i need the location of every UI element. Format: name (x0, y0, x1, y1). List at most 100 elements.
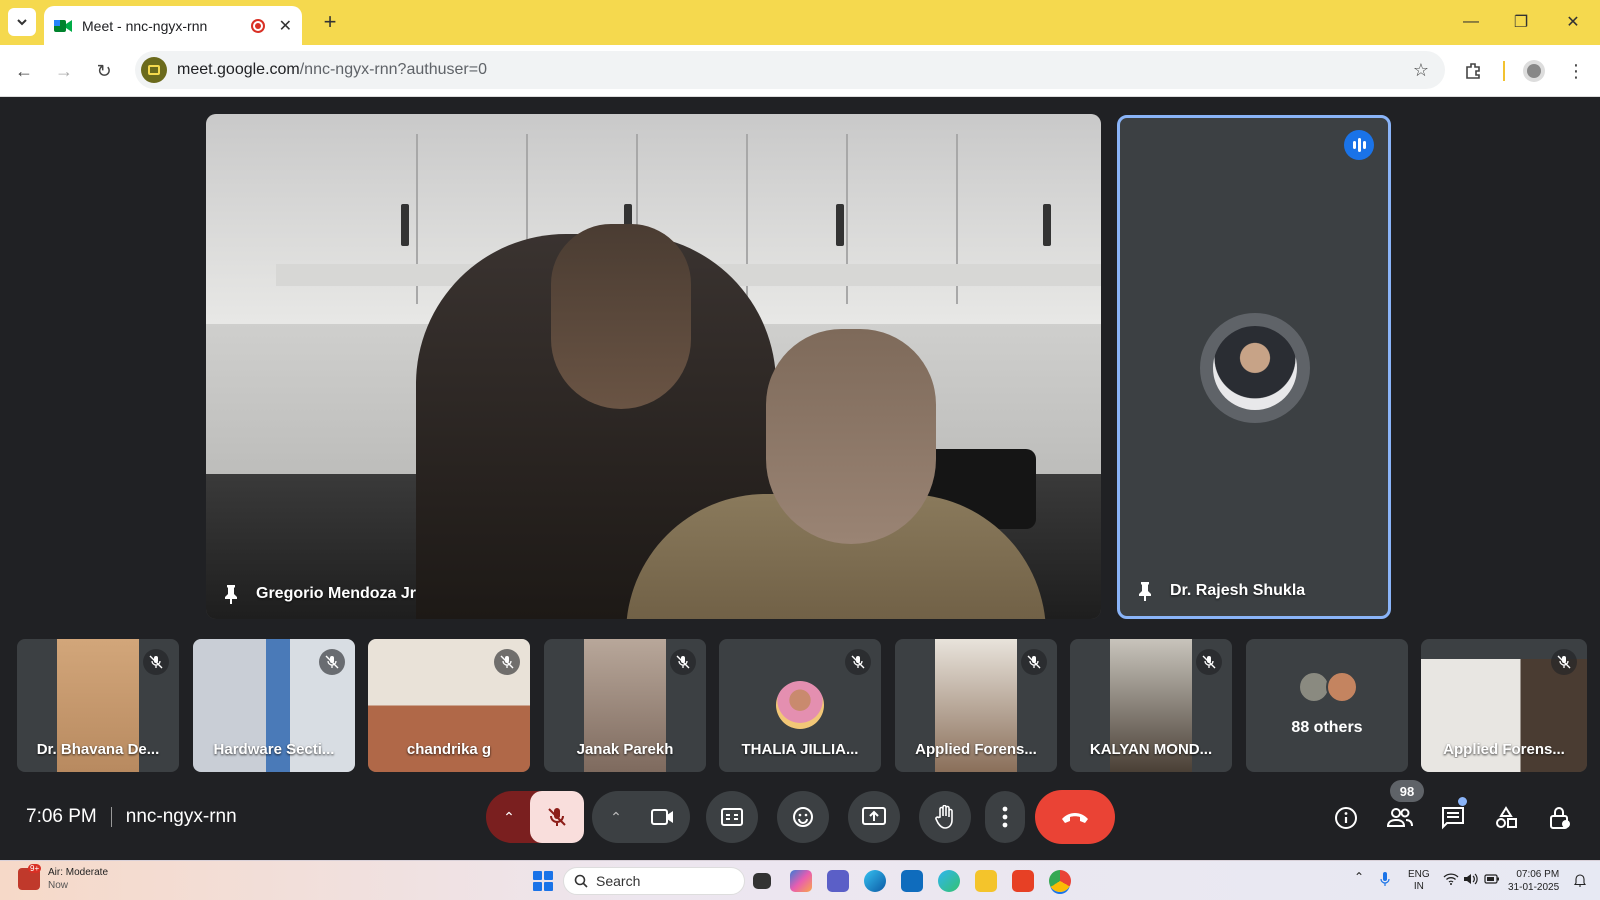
meeting-code: nnc-ngyx-rnn (125, 806, 237, 827)
activities-button[interactable] (1486, 798, 1526, 838)
meeting-details-button[interactable] (1326, 798, 1366, 838)
pin-icon[interactable] (1134, 580, 1156, 602)
filmstrip-tile[interactable]: chandrika g (368, 639, 530, 772)
captions-button[interactable] (706, 791, 758, 843)
mic-off-icon (845, 649, 871, 675)
filmstrip-tile[interactable]: Applied Forens... (1421, 639, 1587, 772)
address-bar[interactable]: meet.google.com/nnc-ngyx-rnn?authuser=0 … (135, 51, 1445, 89)
participant-filmstrip: Dr. Bhavana De... Hardware Secti... chan… (17, 639, 1587, 772)
url-text[interactable]: meet.google.com/nnc-ngyx-rnn?authuser=0 (177, 61, 1413, 79)
audio-options-chevron-icon[interactable]: ⌃ (486, 791, 532, 843)
task-view-icon[interactable] (753, 873, 771, 889)
battery-icon[interactable] (1484, 873, 1500, 889)
file-explorer-icon[interactable] (975, 870, 997, 892)
weather-widget[interactable]: 9+ Air: Moderate Now (18, 864, 109, 892)
main-video-tile[interactable]: Gregorio Mendoza Jr (206, 114, 1101, 619)
participant-video (206, 114, 1101, 619)
participant-name: Janak Parekh (576, 741, 674, 758)
filmstrip-tile[interactable]: Hardware Secti... (193, 639, 355, 772)
video-camera-icon (651, 809, 673, 825)
present-screen-icon (862, 807, 886, 825)
secondary-video-tile[interactable]: Dr. Rajesh Shukla (1117, 115, 1391, 619)
copilot-icon[interactable] (790, 870, 812, 892)
clock-time: 07:06 PM (1516, 869, 1560, 880)
participant-name: Applied Forens... (915, 741, 1037, 758)
search-icon (574, 874, 588, 888)
info-icon (1335, 807, 1357, 829)
tab-title: Meet - nnc-ngyx-rnn (82, 17, 208, 34)
weather-title: Air: Moderate (48, 867, 109, 878)
windows-start-icon[interactable] (533, 871, 553, 891)
present-screen-button[interactable] (848, 791, 900, 843)
participant-name: Dr. Rajesh Shukla (1170, 582, 1306, 599)
forward-button[interactable]: → (50, 57, 78, 85)
site-info-icon[interactable] (141, 57, 167, 83)
restore-button[interactable]: ❐ (1506, 8, 1536, 36)
extensions-icon[interactable] (1460, 57, 1488, 85)
reactions-button[interactable] (777, 791, 829, 843)
wifi-icon[interactable] (1443, 873, 1459, 889)
lock-person-icon (1550, 807, 1570, 829)
close-tab-icon[interactable]: ✕ (279, 16, 292, 36)
hang-up-icon (1062, 813, 1088, 823)
language-indicator[interactable]: ENG IN (1408, 869, 1430, 893)
office-icon[interactable] (1012, 870, 1034, 892)
tab-search-button[interactable] (8, 8, 36, 36)
chat-button[interactable] (1433, 798, 1473, 838)
video-options-chevron-icon[interactable]: ⌃ (598, 791, 634, 843)
edge-icon[interactable] (864, 870, 886, 892)
browser-menu-icon[interactable]: ⋮ (1562, 57, 1590, 85)
others-tile[interactable]: 88 others (1246, 639, 1408, 772)
participant-name: Gregorio Mendoza Jr (256, 585, 417, 602)
bookmark-star-icon[interactable]: ☆ (1413, 60, 1429, 81)
activities-icon (1496, 806, 1517, 828)
show-hidden-icons-chevron-icon[interactable]: ⌃ (1354, 871, 1364, 883)
filmstrip-tile[interactable]: THALIA JILLIA... (719, 639, 881, 772)
filmstrip-tile[interactable]: KALYAN MOND... (1070, 639, 1232, 772)
chrome-icon[interactable] (1049, 870, 1071, 892)
pin-icon[interactable] (220, 583, 242, 605)
close-window-button[interactable]: ✕ (1558, 8, 1588, 36)
chat-notification-dot (1458, 797, 1467, 806)
region-code: IN (1413, 881, 1424, 892)
captions-icon (721, 808, 743, 826)
minimize-button[interactable]: — (1456, 8, 1486, 36)
browser-tab-meet[interactable]: Meet - nnc-ngyx-rnn ✕ (44, 6, 302, 45)
profile-avatar[interactable] (1520, 57, 1548, 85)
more-options-button[interactable] (985, 791, 1025, 843)
mail-icon[interactable] (901, 870, 923, 892)
raise-hand-button[interactable] (919, 791, 971, 843)
mic-toggle-button[interactable] (530, 791, 584, 843)
filmstrip-tile[interactable]: Dr. Bhavana De... (17, 639, 179, 772)
back-button[interactable]: ← (10, 57, 38, 85)
taskbar-search[interactable]: Search (563, 867, 745, 895)
notification-bell-icon[interactable] (1573, 873, 1587, 891)
reload-button[interactable]: ↻ (90, 57, 118, 85)
mic-off-icon (670, 649, 696, 675)
filmstrip-tile[interactable]: Janak Parekh (544, 639, 706, 772)
system-clock[interactable]: 07:06 PM 31-01-2025 (1508, 868, 1559, 894)
weather-badge: 9+ (28, 864, 42, 873)
host-controls-button[interactable] (1540, 798, 1580, 838)
mic-off-icon (494, 649, 520, 675)
people-button[interactable] (1380, 798, 1420, 838)
leave-call-button[interactable] (1035, 790, 1115, 844)
air-quality-icon: 9+ (18, 864, 42, 890)
others-avatar-group (1298, 671, 1358, 703)
participant-avatar (1200, 313, 1310, 423)
teams-icon[interactable] (827, 870, 849, 892)
windows-taskbar: 9+ Air: Moderate Now Search ⌃ ENG IN 07:… (0, 860, 1600, 900)
camera-toggle-button[interactable] (636, 791, 690, 843)
participant-name: THALIA JILLIA... (741, 741, 859, 758)
volume-icon[interactable] (1463, 873, 1479, 889)
microphone-tray-icon[interactable] (1380, 871, 1390, 891)
mic-off-icon (1021, 649, 1047, 675)
divider (110, 807, 112, 827)
new-tab-button[interactable]: + (316, 8, 344, 36)
browser-tab-strip: Meet - nnc-ngyx-rnn ✕ + — ❐ ✕ (0, 0, 1600, 45)
mic-off-icon (548, 808, 566, 826)
edge-dev-icon[interactable] (938, 870, 960, 892)
secondary-tile-label: Dr. Rajesh Shukla (1134, 580, 1305, 602)
speaking-indicator-icon (1344, 130, 1374, 160)
filmstrip-tile[interactable]: Applied Forens... (895, 639, 1057, 772)
